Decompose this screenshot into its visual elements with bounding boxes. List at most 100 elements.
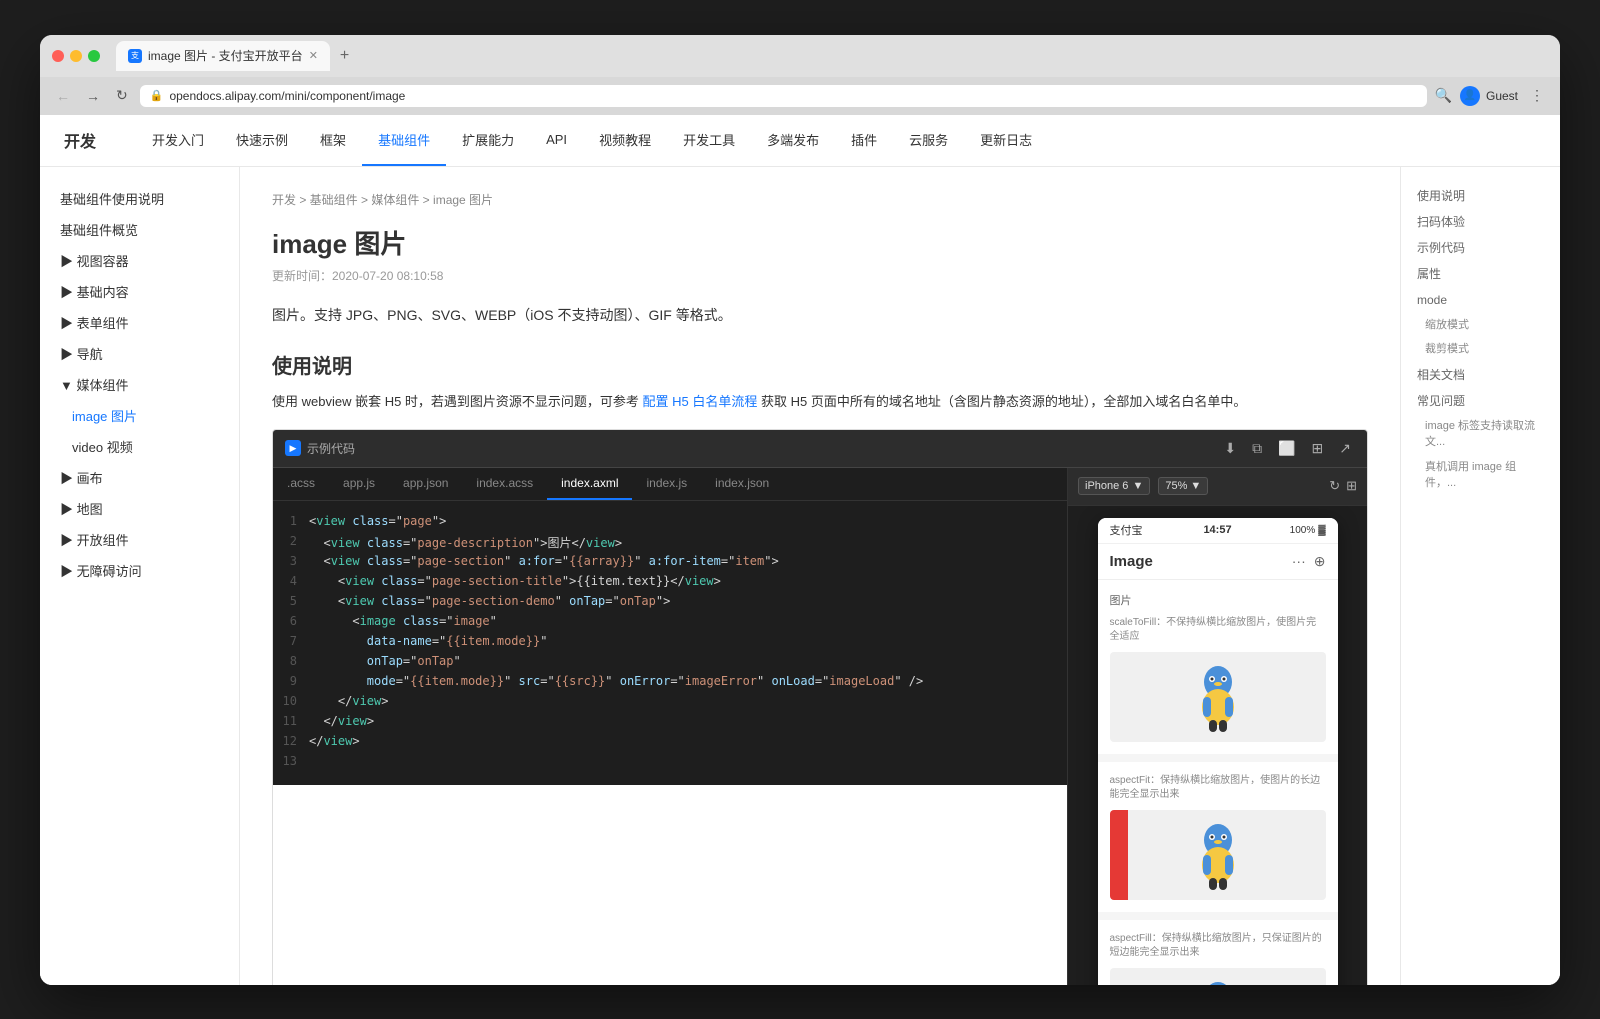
- code-editor-area: 1 <view class="page"> 2 <view class="pag…: [273, 501, 1067, 785]
- phone-image-2: [1110, 810, 1326, 900]
- sidebar-item-video[interactable]: video 视频: [40, 431, 239, 462]
- tab-acss[interactable]: .acss: [273, 468, 329, 500]
- active-tab[interactable]: 支 image 图片 - 支付宝开放平台 ✕: [116, 41, 330, 71]
- nav-item-duoduan[interactable]: 多端发布: [751, 115, 835, 166]
- right-sidebar-item-faq-2[interactable]: 真机调用 image 组件，...: [1401, 455, 1560, 496]
- home-icon[interactable]: ⊕: [1314, 553, 1326, 570]
- nav-item-chajian[interactable]: 插件: [835, 115, 893, 166]
- right-sidebar-item-crop[interactable]: 裁剪模式: [1401, 337, 1560, 362]
- right-sidebar-item-scale[interactable]: 缩放模式: [1401, 313, 1560, 338]
- maximize-button[interactable]: [88, 50, 100, 62]
- zoom-selector[interactable]: 75% ▼: [1158, 477, 1208, 495]
- back-button[interactable]: ←: [52, 86, 74, 106]
- share-btn[interactable]: ↗: [1335, 438, 1355, 459]
- download-btn[interactable]: ⬇: [1220, 438, 1240, 459]
- right-sidebar-item-props[interactable]: 属性: [1401, 261, 1560, 287]
- nav-item-kuangjia[interactable]: 框架: [304, 115, 362, 166]
- sidebar-item-image[interactable]: image 图片: [40, 400, 239, 431]
- right-sidebar: 使用说明 扫码体验 示例代码 属性 mode 缩放模式 裁剪模式 相关文档 常见…: [1400, 167, 1560, 985]
- right-sidebar-item-faq-1[interactable]: image 标签支持读取流文...: [1401, 414, 1560, 455]
- carrier: 支付宝: [1110, 522, 1204, 538]
- tab-indexaxml[interactable]: index.axml: [547, 468, 632, 500]
- tab-indexacss[interactable]: index.acss: [462, 468, 547, 500]
- breadcrumb: 开发 > 基础组件 > 媒体组件 > image 图片: [272, 191, 1368, 208]
- sidebar-group-a11y[interactable]: ▶ 无障碍访问: [40, 555, 239, 586]
- url-text: opendocs.alipay.com/mini/component/image: [169, 89, 405, 103]
- nav-item-yunfuwu[interactable]: 云服务: [893, 115, 964, 166]
- left-sidebar: 基础组件使用说明 基础组件概览 ▶ 视图容器 ▶ 基础内容 ▶ 表单组件 ▶ 导…: [40, 167, 240, 985]
- sidebar-group-content[interactable]: ▶ 基础内容: [40, 276, 239, 307]
- sidebar-group-canvas[interactable]: ▶ 画布: [40, 462, 239, 493]
- lock-icon: 🔒: [150, 89, 164, 102]
- page-description: 图片。支持 JPG、PNG、SVG、WEBP（iOS 不支持动图）、GIF 等格…: [272, 304, 1368, 326]
- sidebar-group-form[interactable]: ▶ 表单组件: [40, 307, 239, 338]
- code-line-1: 1 <view class="page">: [273, 513, 1067, 533]
- code-line-7: 7 data-name="{{item.mode}}": [273, 633, 1067, 653]
- phone-content: 图片 scaleToFill：不保持纵横比缩放图片，使图片完全适应: [1098, 580, 1338, 985]
- sidebar-group-open[interactable]: ▶ 开放组件: [40, 524, 239, 555]
- nav-item-jichuzujian[interactable]: 基础组件: [362, 115, 446, 166]
- reload-button[interactable]: ↻: [112, 85, 132, 106]
- tab-indexjson[interactable]: index.json: [701, 468, 783, 500]
- phone-header-icons: ··· ⊕: [1292, 553, 1326, 570]
- new-tab-button[interactable]: +: [334, 45, 355, 67]
- search-button[interactable]: 🔍: [1435, 87, 1452, 104]
- refresh-preview-btn[interactable]: ↻: [1329, 478, 1340, 494]
- nav-item-shipin[interactable]: 视频教程: [583, 115, 667, 166]
- code-section: .acss app.js app.json index.acss index.a…: [273, 468, 1067, 985]
- tab-title: image 图片 - 支付宝开放平台: [148, 47, 303, 64]
- nav-item-kaifa-rumen[interactable]: 开发入门: [136, 115, 220, 166]
- device-toolbar: iPhone 6 ▼ 75% ▼ ↻ ⊞: [1068, 468, 1367, 506]
- demo-toolbar: ▶ 示例代码 ⬇ ⧉ ⬜ ⊞ ↗: [273, 430, 1367, 468]
- section-label-1: 图片: [1110, 592, 1326, 608]
- page-update: 更新时间：2020-07-20 08:10:58: [272, 267, 1368, 284]
- right-sidebar-item-faq[interactable]: 常见问题: [1401, 388, 1560, 414]
- nav-item-gengxin[interactable]: 更新日志: [964, 115, 1048, 166]
- device-panel: iPhone 6 ▼ 75% ▼ ↻ ⊞: [1067, 468, 1367, 985]
- nav-item-api[interactable]: API: [530, 115, 583, 166]
- nav-item-kuozhan[interactable]: 扩展能力: [446, 115, 530, 166]
- user-info: 👤 Guest: [1460, 86, 1518, 106]
- code-line-8: 8 onTap="onTap": [273, 653, 1067, 673]
- tab-appjson[interactable]: app.json: [389, 468, 462, 500]
- phone-section-2: aspectFit：保持纵横比缩放图片，使图片的长边能完全显示出来: [1098, 762, 1338, 912]
- right-sidebar-item-related[interactable]: 相关文档: [1401, 362, 1560, 388]
- nav-item-kuaisu[interactable]: 快速示例: [220, 115, 304, 166]
- right-sidebar-item-mode[interactable]: mode: [1401, 287, 1560, 313]
- forward-button[interactable]: →: [82, 86, 104, 106]
- sidebar-group-view[interactable]: ▶ 视图容器: [40, 245, 239, 276]
- copy-btn[interactable]: ⧉: [1248, 438, 1266, 459]
- site-logo: 开发: [64, 128, 96, 152]
- more-icon[interactable]: ···: [1292, 553, 1306, 570]
- sidebar-item-overview[interactable]: 基础组件概览: [40, 214, 239, 245]
- nav-item-kaifagongju[interactable]: 开发工具: [667, 115, 751, 166]
- split-view-btn[interactable]: ⬜: [1274, 438, 1299, 459]
- right-sidebar-item-example[interactable]: 示例代码: [1401, 235, 1560, 261]
- code-device-layout: .acss app.js app.json index.acss index.a…: [273, 468, 1367, 985]
- code-line-2: 2 <view class="page-description">图片</vie…: [273, 533, 1067, 553]
- tab-close-button[interactable]: ✕: [309, 49, 318, 62]
- minimize-button[interactable]: [70, 50, 82, 62]
- sidebar-group-nav[interactable]: ▶ 导航: [40, 338, 239, 369]
- demo-box: ▶ 示例代码 ⬇ ⧉ ⬜ ⊞ ↗: [272, 429, 1368, 985]
- right-sidebar-item-qrcode[interactable]: 扫码体验: [1401, 209, 1560, 235]
- address-input[interactable]: 🔒 opendocs.alipay.com/mini/component/ima…: [140, 85, 1427, 107]
- grid-btn[interactable]: ⊞: [1308, 438, 1328, 459]
- toy-figure-2: [1183, 820, 1253, 890]
- expand-preview-btn[interactable]: ⊞: [1346, 478, 1357, 494]
- tab-indexjs[interactable]: index.js: [632, 468, 701, 500]
- right-sidebar-item-usage[interactable]: 使用说明: [1401, 183, 1560, 209]
- menu-button[interactable]: ⋮: [1526, 85, 1548, 106]
- sidebar-item-usage[interactable]: 基础组件使用说明: [40, 183, 239, 214]
- content-area: 开发 开发入门 快速示例 框架 基础组件 扩展能力 API 视频教程 开发工具 …: [40, 115, 1560, 985]
- device-selector[interactable]: iPhone 6 ▼: [1078, 477, 1150, 495]
- code-line-12: 12 </view>: [273, 733, 1067, 753]
- code-line-5: 5 <view class="page-section-demo" onTap=…: [273, 593, 1067, 613]
- toy-figure-3: [1183, 978, 1253, 985]
- code-line-9: 9 mode="{{item.mode}}" src="{{src}}" onE…: [273, 673, 1067, 693]
- close-button[interactable]: [52, 50, 64, 62]
- config-link[interactable]: 配置 H5 白名单流程: [643, 394, 758, 409]
- sidebar-group-map[interactable]: ▶ 地图: [40, 493, 239, 524]
- sidebar-group-media[interactable]: ▼ 媒体组件: [40, 369, 239, 400]
- tab-appjs[interactable]: app.js: [329, 468, 389, 500]
